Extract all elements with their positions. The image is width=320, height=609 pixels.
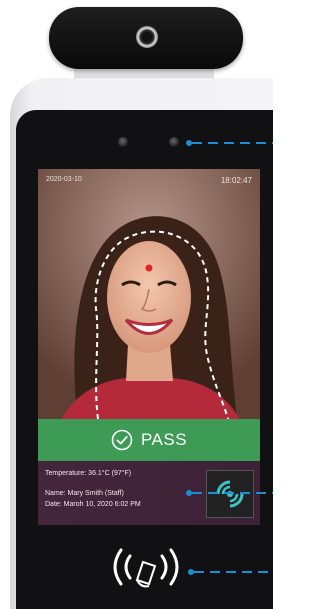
callout-line-reader [194,571,273,573]
pass-banner: PASS [38,419,260,461]
status-date: 2020-03-10 [46,176,82,183]
nfc-card-icon [216,480,244,508]
camera-module [49,7,243,69]
name-text: Name: Mary Smith (Staff) [45,490,124,497]
temperature-text: Temperature: 36.1°C (97°F) [45,470,132,477]
date-text: Date: Maroh 10, 2020 6:02 PM [45,501,141,508]
status-time: 18:02:47 [220,176,252,185]
callout-line-sensor [192,142,273,144]
callout-line-nfc-screen [192,492,273,494]
ir-sensor-left [118,137,128,147]
display-screen: 2020-03-10 18:02:47 PASS Temperature: 36… [38,169,260,525]
device-illustration: 2020-03-10 18:02:47 PASS Temperature: 36… [0,0,273,609]
ir-sensor-right [169,137,179,147]
face-photo: 2020-03-10 18:02:47 [38,169,260,425]
nfc-card-box [206,470,254,518]
camera-lens-icon [136,26,158,48]
check-circle-icon [111,429,133,451]
pass-label: PASS [140,430,188,449]
nfc-hand-wave-icon [113,548,179,588]
face-illustration [38,169,260,425]
